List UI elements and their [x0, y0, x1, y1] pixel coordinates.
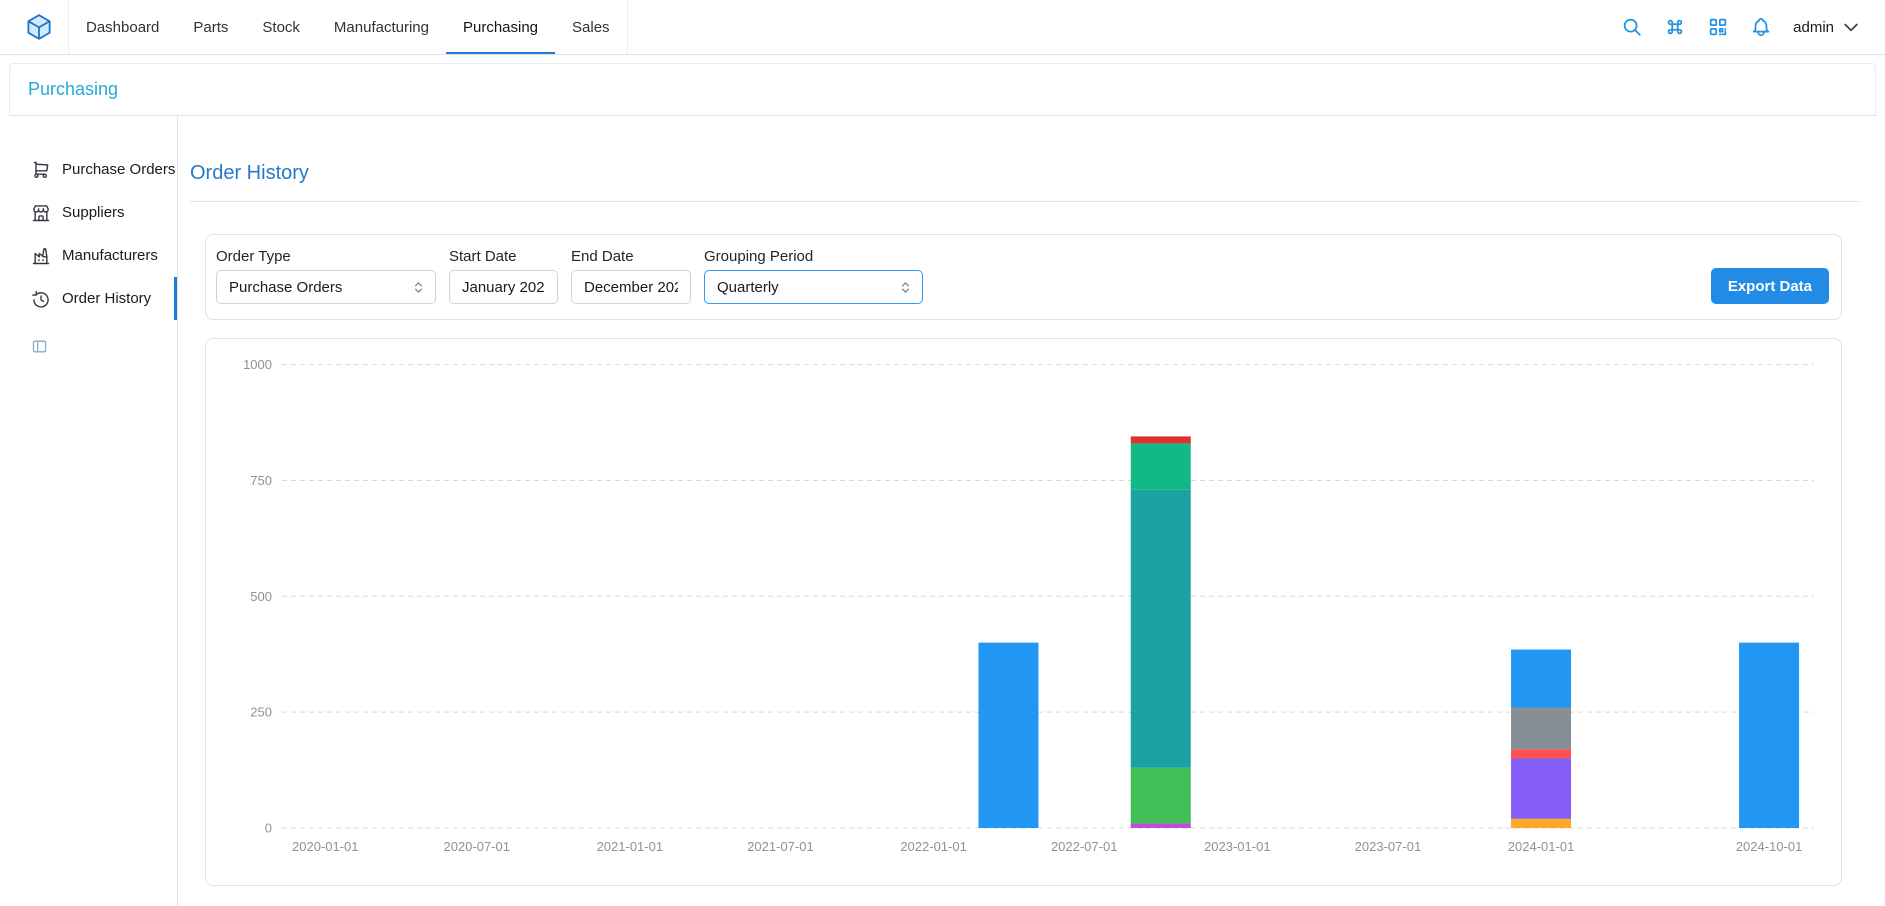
end-date-label: End Date: [571, 248, 691, 265]
grouping-period-label: Grouping Period: [704, 248, 923, 265]
content-area: Order History Order Type Purchase Orders…: [178, 116, 1885, 906]
user-menu[interactable]: admin: [1793, 17, 1861, 37]
history-icon: [31, 289, 51, 309]
chart-panel: 0 250 500 750 1000 2020-01-01 2020-07-01 2021-0…: [205, 338, 1842, 886]
grouping-period-field: Grouping Period Quarterly: [704, 248, 923, 304]
order-history-chart: 0 250 500 750 1000 2020-01-01 2020-07-01 2021-0…: [206, 339, 1841, 885]
nav-tab-stock[interactable]: Stock: [245, 0, 317, 54]
nav-tab-manufacturing[interactable]: Manufacturing: [317, 0, 446, 54]
search-icon[interactable]: [1621, 16, 1643, 38]
svg-text:2021-07-01: 2021-07-01: [747, 839, 814, 854]
bar-segment[interactable]: [1131, 823, 1191, 828]
order-type-select[interactable]: Purchase Orders: [216, 270, 436, 304]
bar-segment[interactable]: [1739, 643, 1799, 828]
start-date-field: Start Date: [449, 248, 558, 304]
breadcrumb: Purchasing: [9, 63, 1876, 116]
sidebar-item-label: Suppliers: [62, 204, 125, 221]
chevron-down-icon: [1841, 17, 1861, 37]
svg-text:250: 250: [250, 705, 272, 720]
bar-segment[interactable]: [1511, 650, 1571, 708]
user-name: admin: [1793, 19, 1834, 36]
main-layout: Purchase Orders Suppliers: [0, 116, 1885, 906]
sidebar: Purchase Orders Suppliers: [0, 116, 178, 906]
top-navbar: Dashboard Parts Stock Manufacturing Purc…: [0, 0, 1885, 55]
breadcrumb-purchasing[interactable]: Purchasing: [28, 79, 118, 99]
sidebar-item-suppliers[interactable]: Suppliers: [0, 191, 177, 234]
start-date-input[interactable]: [449, 270, 558, 304]
svg-text:2024-01-01: 2024-01-01: [1508, 839, 1575, 854]
order-type-value: Purchase Orders: [229, 279, 342, 296]
sidebar-item-label: Order History: [62, 290, 151, 307]
bar-segment[interactable]: [978, 643, 1038, 828]
start-date-label: Start Date: [449, 248, 558, 265]
filter-panel: Order Type Purchase Orders Start Date En…: [205, 234, 1842, 320]
selector-icon: [410, 279, 427, 296]
main-nav: Dashboard Parts Stock Manufacturing Purc…: [68, 0, 628, 54]
svg-text:2023-01-01: 2023-01-01: [1204, 839, 1271, 854]
bar-segment[interactable]: [1131, 436, 1191, 443]
svg-text:2023-07-01: 2023-07-01: [1355, 839, 1422, 854]
bar-segment[interactable]: [1131, 768, 1191, 824]
grouping-period-value: Quarterly: [717, 279, 779, 296]
sidebar-item-label: Purchase Orders: [62, 161, 175, 178]
export-data-button[interactable]: Export Data: [1711, 268, 1829, 304]
sidebar-item-manufacturers[interactable]: Manufacturers: [0, 234, 177, 277]
bar-segment[interactable]: [1511, 708, 1571, 750]
svg-text:500: 500: [250, 589, 272, 604]
svg-text:1000: 1000: [243, 357, 272, 372]
svg-text:0: 0: [265, 821, 272, 836]
nav-tab-purchasing[interactable]: Purchasing: [446, 0, 555, 54]
building-store-icon: [31, 203, 51, 223]
notification-bell-icon[interactable]: [1750, 16, 1772, 38]
nav-tab-sales[interactable]: Sales: [555, 0, 627, 54]
bar-segment[interactable]: [1511, 758, 1571, 818]
svg-text:750: 750: [250, 473, 272, 488]
bar-segment[interactable]: [1511, 819, 1571, 828]
sidebar-item-purchase-orders[interactable]: Purchase Orders: [0, 148, 177, 191]
qr-scan-icon[interactable]: [1707, 16, 1729, 38]
inventree-logo[interactable]: [24, 12, 54, 42]
nav-tab-parts[interactable]: Parts: [176, 0, 245, 54]
selector-icon: [897, 279, 914, 296]
svg-text:2022-01-01: 2022-01-01: [900, 839, 967, 854]
svg-text:2024-10-01: 2024-10-01: [1736, 839, 1803, 854]
bar-segment[interactable]: [1131, 443, 1191, 489]
svg-text:2020-01-01: 2020-01-01: [292, 839, 359, 854]
order-type-field: Order Type Purchase Orders: [216, 248, 436, 304]
bar-segment[interactable]: [1131, 490, 1191, 768]
shopping-cart-icon: [31, 160, 51, 180]
page-title: Order History: [190, 162, 1859, 185]
sidebar-collapse-icon[interactable]: [31, 338, 48, 355]
sidebar-item-label: Manufacturers: [62, 247, 158, 264]
order-type-label: Order Type: [216, 248, 436, 265]
grouping-period-select[interactable]: Quarterly: [704, 270, 923, 304]
svg-text:2021-01-01: 2021-01-01: [597, 839, 664, 854]
content-divider: [190, 201, 1859, 202]
nav-tab-dashboard[interactable]: Dashboard: [69, 0, 176, 54]
command-icon[interactable]: [1664, 16, 1686, 38]
end-date-input[interactable]: [571, 270, 691, 304]
factory-icon: [31, 246, 51, 266]
bar-segment[interactable]: [1511, 749, 1571, 758]
sidebar-item-order-history[interactable]: Order History: [0, 277, 177, 320]
svg-text:2020-07-01: 2020-07-01: [443, 839, 510, 854]
end-date-field: End Date: [571, 248, 691, 304]
svg-text:2022-07-01: 2022-07-01: [1051, 839, 1118, 854]
